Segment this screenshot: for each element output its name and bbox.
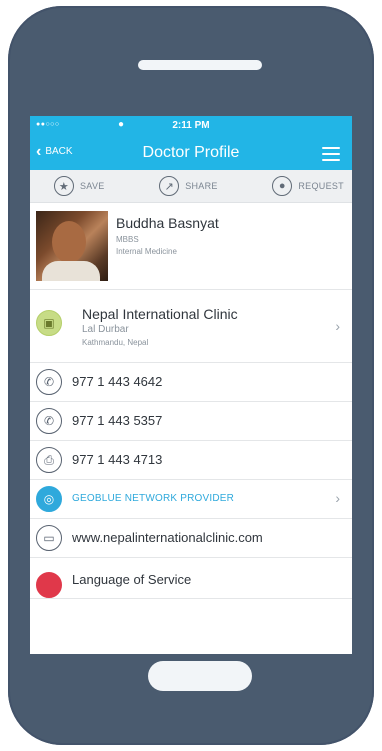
network-provider: GEOBLUE NETWORK PROVIDER (72, 493, 235, 504)
status-time: 2:11 PM (172, 120, 210, 131)
phone-number-2: 977 1 443 5357 (72, 413, 163, 428)
home-button[interactable] (148, 661, 252, 691)
clinic-name: Nepal International Clinic (82, 306, 238, 322)
phone-icon: ✆ (36, 369, 62, 395)
status-bar: ●●○○○ ● 2:11 PM (30, 116, 352, 136)
doctor-profile: Buddha Basnyat MBBS Internal Medicine (30, 203, 352, 290)
request-label: REQUEST (298, 181, 344, 191)
phone-icon: ✆ (36, 408, 62, 434)
doctor-name: Buddha Basnyat (116, 215, 219, 231)
fax-number: 977 1 443 4713 (72, 452, 163, 467)
phone-speaker (138, 60, 262, 70)
save-label: SAVE (80, 181, 105, 191)
request-button[interactable]: ● REQUEST (272, 176, 344, 196)
language-label: Language of Service (72, 572, 192, 587)
star-icon: ★ (54, 176, 74, 196)
doctor-degree: MBBS (116, 235, 139, 244)
nav-bar: ‹ BACK Doctor Profile (30, 136, 352, 170)
chevron-right-icon: › (335, 490, 340, 506)
doctor-photo (36, 211, 108, 281)
map-icon: ▣ (36, 310, 62, 336)
save-button[interactable]: ★ SAVE (54, 176, 105, 196)
clinic-area: Lal Durbar (82, 324, 129, 335)
chevron-right-icon: › (335, 318, 340, 334)
language-icon (36, 572, 62, 598)
clinic-city: Kathmandu, Nepal (82, 338, 149, 347)
phone-row-1[interactable]: ✆ 977 1 443 4642 (30, 363, 352, 402)
network-row[interactable]: ◎ GEOBLUE NETWORK PROVIDER › (30, 480, 352, 519)
fax-icon: ⎙ (36, 447, 62, 473)
phone-frame: ●●○○○ ● 2:11 PM ‹ BACK Doctor Profile ★ … (8, 6, 374, 745)
app-screen: ●●○○○ ● 2:11 PM ‹ BACK Doctor Profile ★ … (30, 116, 352, 654)
browser-icon: ▭ (36, 525, 62, 551)
menu-icon[interactable] (322, 147, 340, 165)
phone-row-2[interactable]: ✆ 977 1 443 5357 (30, 402, 352, 441)
share-icon: ↗ (159, 176, 180, 196)
website-row[interactable]: ▭ www.nepalinternationalclinic.com (30, 519, 352, 558)
request-icon: ● (272, 176, 293, 196)
action-bar: ★ SAVE ↗ SHARE ● REQUEST (30, 170, 352, 203)
page-title: Doctor Profile (142, 144, 240, 161)
website-link[interactable]: www.nepalinternationalclinic.com (72, 530, 263, 545)
doctor-specialty: Internal Medicine (116, 247, 177, 256)
phone-number-1: 977 1 443 4642 (72, 374, 163, 389)
language-row[interactable]: Language of Service (30, 558, 352, 599)
clinic-row[interactable]: ▣ Nepal International Clinic Lal Durbar … (30, 290, 352, 363)
geoblue-icon: ◎ (36, 486, 62, 512)
share-button[interactable]: ↗ SHARE (159, 176, 218, 196)
share-label: SHARE (185, 181, 218, 191)
fax-row[interactable]: ⎙ 977 1 443 4713 (30, 441, 352, 480)
